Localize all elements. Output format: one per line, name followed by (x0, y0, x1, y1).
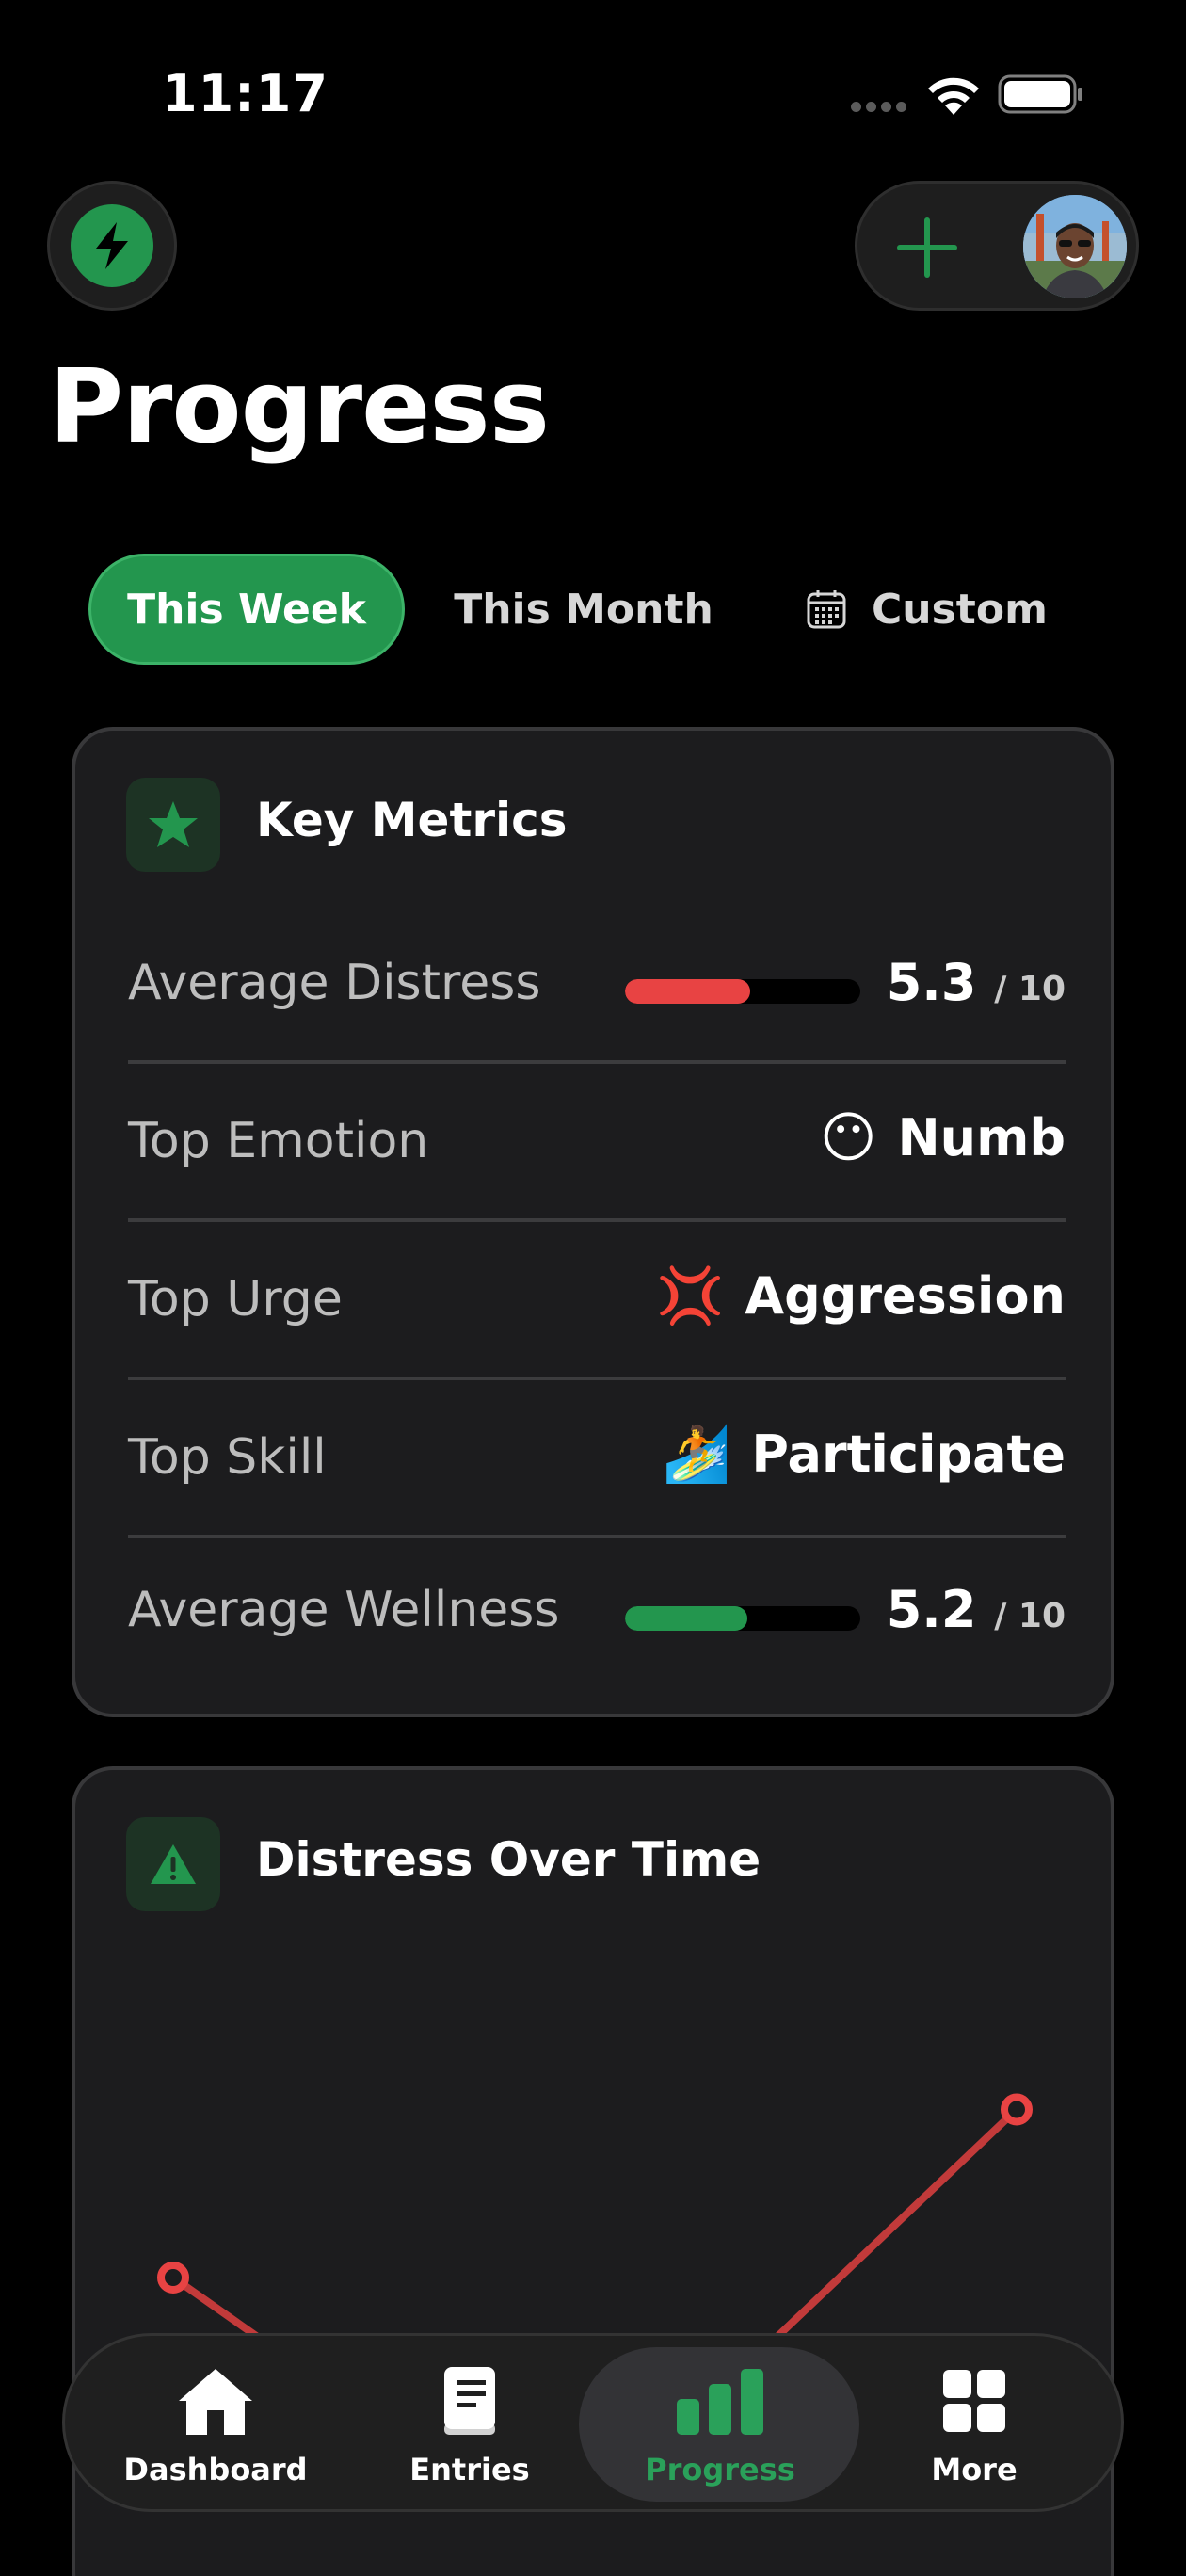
metric-top-emotion: Top Emotion 😶 Numb (128, 1064, 1066, 1222)
tab-label: More (931, 2452, 1018, 2487)
metric-label: Top Skill (128, 1429, 327, 1486)
card-title: Key Metrics (256, 793, 568, 847)
surfer-icon: 🏄 (663, 1422, 731, 1486)
wellness-bar (625, 1606, 860, 1631)
metric-top-urge: Top Urge 💢 Aggression (128, 1222, 1066, 1380)
wellness-value: 5.2 (886, 1580, 977, 1639)
tab-label: Progress (645, 2452, 795, 2487)
wellness-bar-fill (625, 1606, 747, 1631)
add-entry-button[interactable] (891, 212, 963, 283)
metric-value: 😶 Numb (820, 1105, 1066, 1169)
header-actions (855, 181, 1139, 311)
journal-icon (439, 2363, 501, 2439)
cellular-signal-icon (851, 102, 907, 113)
wellness-score: 5.2 / 10 (887, 1580, 1066, 1639)
metric-average-wellness: Average Wellness 5.2 / 10 (128, 1533, 1066, 1691)
wifi-icon (928, 77, 979, 115)
metric-label: Top Urge (128, 1271, 343, 1328)
data-point[interactable] (1001, 2093, 1033, 2126)
tab-label: Entries (409, 2452, 530, 2487)
wellness-max: / 10 (994, 1597, 1066, 1635)
tab-dashboard[interactable]: Dashboard (93, 2336, 338, 2515)
metric-value: 🏄 Participate (663, 1422, 1066, 1487)
metric-label: Top Emotion (128, 1113, 429, 1169)
metric-label: Average Distress (128, 955, 541, 1011)
filter-custom[interactable]: Custom (806, 554, 1069, 665)
top-emotion-value: Numb (897, 1107, 1066, 1167)
top-skill-value: Participate (751, 1425, 1066, 1484)
metric-value: 💢 Aggression (656, 1264, 1066, 1328)
data-point[interactable] (157, 2262, 189, 2294)
distress-bar-fill (625, 979, 750, 1004)
distress-max: / 10 (994, 970, 1066, 1008)
status-bar: 11:17 (0, 0, 1186, 188)
tab-progress[interactable]: Progress (598, 2336, 842, 2515)
tab-entries[interactable]: Entries (347, 2336, 592, 2515)
avatar[interactable] (1023, 195, 1127, 298)
tab-more[interactable]: More (852, 2336, 1097, 2515)
page-title: Progress (49, 348, 550, 466)
metric-top-skill: Top Skill 🏄 Participate (128, 1380, 1066, 1538)
calendar-icon (807, 590, 846, 629)
tab-bar: Dashboard Entries Progress More (62, 2333, 1124, 2512)
quick-action-button[interactable] (47, 181, 177, 311)
bar-chart-icon (675, 2363, 765, 2439)
house-icon (175, 2363, 256, 2439)
distress-bar (625, 979, 860, 1004)
filter-this-month[interactable]: This Month (442, 554, 725, 665)
top-urge-value: Aggression (745, 1266, 1066, 1326)
metric-label: Average Wellness (128, 1582, 560, 1638)
filter-custom-label: Custom (872, 585, 1048, 634)
tab-label: Dashboard (123, 2452, 308, 2487)
distress-value: 5.3 (886, 953, 977, 1012)
battery-icon (998, 74, 1082, 114)
star-icon (126, 778, 220, 872)
distress-score: 5.3 / 10 (887, 953, 1066, 1012)
filter-this-week[interactable]: This Week (88, 554, 405, 665)
grid-icon (941, 2363, 1007, 2439)
status-time: 11:17 (162, 64, 329, 123)
numb-face-icon: 😶 (819, 1105, 877, 1169)
key-metrics-card: Key Metrics Average Distress 5.3 / 10 To… (72, 727, 1114, 1717)
anger-symbol-icon: 💢 (656, 1264, 725, 1328)
metric-average-distress: Average Distress 5.3 / 10 (128, 906, 1066, 1064)
lightning-icon (71, 204, 153, 287)
